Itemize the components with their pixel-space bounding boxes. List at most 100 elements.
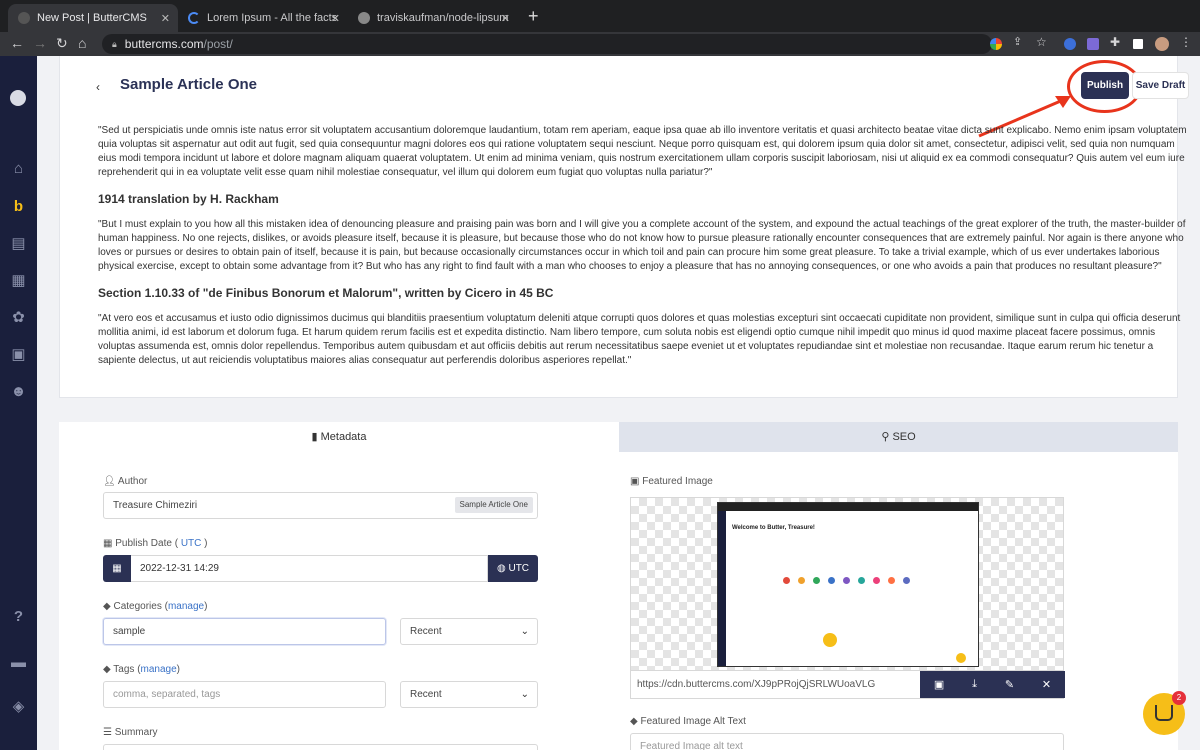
globe-icon: ◍	[496, 563, 509, 574]
download-icon[interactable]: ⤓	[972, 678, 977, 691]
profile-avatar[interactable]	[1155, 37, 1169, 51]
thumb-title: Welcome to Butter, Treasure!	[732, 525, 815, 531]
categories-input[interactable]: sample	[103, 618, 386, 645]
tab-label: SEO	[892, 431, 916, 443]
media-icon[interactable]: ▣	[10, 346, 27, 363]
publish-button[interactable]: Publish	[1081, 72, 1129, 99]
url-host: buttercms.com	[124, 37, 204, 51]
tab-title: Lorem Ipsum - All the facts - Li	[207, 12, 338, 24]
thumb-dot	[813, 577, 820, 584]
notification-badge: 2	[1172, 691, 1186, 705]
image-url[interactable]: https://cdn.buttercms.com/XJ9pPRojQjSRLW…	[637, 671, 875, 698]
section-heading: Section 1.10.33 of "de Finibus Bonorum e…	[98, 286, 554, 300]
tab-metadata[interactable]: ▮ Metadata	[59, 422, 619, 452]
author-select[interactable]: Treasure Chimeziri Sample Article One	[103, 492, 538, 519]
thumb-dot	[823, 633, 837, 647]
thumb-dot	[873, 577, 880, 584]
extension-icon[interactable]	[1087, 38, 1099, 50]
label-text: Tags (	[113, 664, 141, 675]
stack-icon[interactable]: ◈	[10, 698, 27, 715]
summary-textarea[interactable]	[103, 744, 538, 750]
manage-tags-link[interactable]: manage	[141, 664, 177, 675]
categories-sort-select[interactable]: Recent ⌄	[400, 618, 538, 645]
loading-spinner-icon	[188, 12, 200, 24]
tooltip-chip: Sample Article One	[454, 497, 533, 513]
tag-icon: ◆	[103, 601, 114, 612]
new-tab-button[interactable]: +	[528, 6, 539, 27]
back-arrow-icon[interactable]: ←	[10, 35, 24, 51]
label-text: Categories (	[113, 601, 168, 612]
forward-arrow-icon[interactable]: →	[33, 35, 47, 51]
chat-widget-button[interactable]: 2	[1143, 691, 1186, 735]
image-actions: ▣ ⤓ ✎ ✕	[920, 671, 1065, 698]
tab-title: New Post | ButterCMS	[37, 12, 147, 24]
calendar-icon[interactable]: ▦	[103, 555, 131, 582]
timezone-button[interactable]: ◍ UTC	[488, 555, 538, 582]
pages-icon[interactable]: ▤	[10, 235, 27, 252]
publish-date-field[interactable]: ▦ 2022-12-31 14:29 ◍ UTC	[103, 555, 538, 582]
featured-image-preview[interactable]: Welcome to Butter, Treasure!	[630, 497, 1064, 671]
tab-label: Metadata	[320, 431, 367, 443]
browser-tab-lorem[interactable]: Lorem Ipsum - All the facts - Li ✕	[178, 4, 348, 32]
google-icon[interactable]	[990, 38, 1002, 50]
label-text: )	[176, 664, 181, 675]
tab-seo[interactable]: ⚲ SEO	[619, 422, 1178, 452]
publish-date-input[interactable]: 2022-12-31 14:29	[131, 555, 488, 582]
article-body[interactable]: "Sed ut perspiciatis unde omnis iste nat…	[98, 124, 1188, 380]
tab-title: traviskaufman/node-lipsum: lip	[377, 12, 508, 24]
categories-value: sample	[113, 626, 146, 637]
close-tab-icon[interactable]: ✕	[331, 12, 340, 25]
utc-link[interactable]: UTC	[181, 538, 202, 549]
thumb-sidebar	[718, 511, 726, 666]
help-icon[interactable]: ?	[10, 608, 27, 625]
manage-categories-link[interactable]: manage	[168, 601, 204, 612]
edit-icon[interactable]: ✎	[1005, 678, 1014, 691]
label-text: Author	[117, 476, 148, 487]
back-button[interactable]: ‹	[96, 80, 100, 94]
browser-tab-buttercms[interactable]: New Post | ButterCMS ✕	[8, 4, 178, 32]
tags-sort-select[interactable]: Recent ⌄	[400, 681, 538, 708]
chevron-down-icon: ⌄	[520, 626, 529, 637]
paragraph: "Sed ut perspiciatis unde omnis iste nat…	[98, 125, 1187, 178]
alt-text-placeholder: Featured Image alt text	[640, 741, 743, 750]
metadata-panel: ▮ Metadata ⚲ SEO 👤︎ Author Treasure Chim…	[59, 422, 1178, 750]
menu-kebab-icon[interactable]: ⋮	[1180, 35, 1192, 49]
home-icon[interactable]: ⌂	[10, 160, 27, 177]
url-path: /post/	[203, 37, 233, 51]
address-bar[interactable]: 🔒︎ buttercms.com/post/	[102, 34, 992, 54]
thumb-dot	[783, 577, 790, 584]
bookmark-star-icon[interactable]: ☆	[1036, 35, 1047, 49]
paragraph: "At vero eos et accusamus et iusto odio …	[98, 313, 1181, 366]
users-icon[interactable]: ☻	[10, 383, 27, 400]
timezone-label: UTC	[508, 563, 530, 574]
user-avatar[interactable]	[10, 90, 26, 106]
sidebar-toggle-icon[interactable]	[1133, 39, 1143, 49]
editor-card: ‹ Sample Article One Publish Save Draft …	[59, 56, 1189, 398]
label-text: Publish Date (	[115, 538, 179, 549]
collections-icon[interactable]: ▦	[10, 272, 27, 289]
extensions-puzzle-icon[interactable]: ✚	[1110, 35, 1120, 49]
docs-icon[interactable]: ▬	[10, 654, 27, 671]
butter-logo-icon[interactable]: b	[10, 198, 27, 215]
reload-icon[interactable]: ↻	[56, 35, 68, 52]
extension-icon[interactable]	[1064, 38, 1076, 50]
close-icon[interactable]: ✕	[1042, 678, 1051, 691]
lock-icon: 🔒︎	[112, 38, 117, 49]
components-icon[interactable]: ✿	[10, 309, 27, 326]
thumb-dot	[903, 577, 910, 584]
label-text: )	[204, 601, 208, 612]
label-text: Featured Image	[642, 476, 713, 487]
alt-text-input[interactable]: Featured Image alt text	[630, 733, 1064, 750]
thumb-dot	[798, 577, 805, 584]
close-tab-icon[interactable]: ✕	[501, 12, 510, 25]
home-button-icon[interactable]: ⌂	[78, 35, 86, 51]
save-draft-button[interactable]: Save Draft	[1132, 72, 1189, 99]
browser-tab-github[interactable]: traviskaufman/node-lipsum: lip ✕	[348, 4, 518, 32]
featured-image-label: ▣ Featured Image	[630, 476, 713, 487]
close-tab-icon[interactable]: ✕	[161, 12, 170, 25]
list-icon: ☰	[103, 727, 115, 738]
thumb-dot	[956, 653, 966, 663]
gallery-icon[interactable]: ▣	[934, 678, 944, 691]
share-icon[interactable]: ⇪	[1013, 35, 1022, 48]
tags-input[interactable]: comma, separated, tags	[103, 681, 386, 708]
